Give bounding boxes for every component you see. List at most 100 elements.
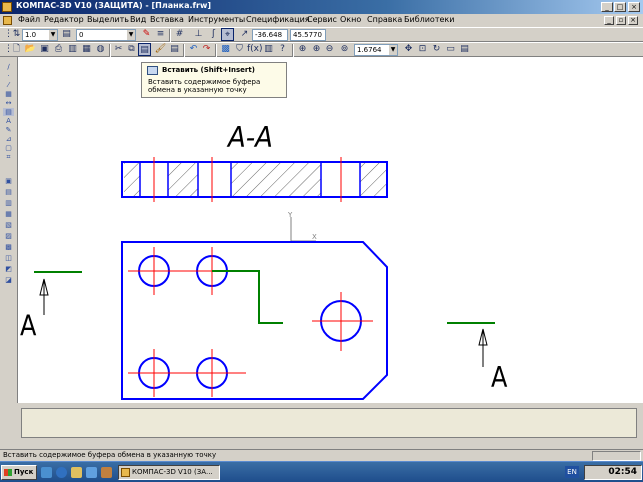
bubble-icon[interactable]: ◍ (94, 43, 107, 56)
chevron-down-icon[interactable]: ▼ (127, 30, 135, 40)
copy-icon[interactable]: ⧉ (125, 43, 138, 56)
tooltip-description: Вставить содержимое буфера обмена в указ… (148, 78, 261, 94)
local-cs-icon[interactable]: ⌖ (221, 28, 234, 41)
point-icon[interactable]: · (3, 72, 14, 80)
coord-x-value: -36.648 (255, 31, 283, 39)
doc-close-button[interactable]: × (628, 16, 638, 25)
refresh-icon[interactable]: ↻ (430, 43, 443, 56)
pan-icon[interactable]: ✥ (402, 43, 415, 56)
shield-icon[interactable]: ⛉ (233, 43, 246, 56)
quicklaunch-icon[interactable] (101, 467, 112, 478)
tool-icon-7[interactable]: ▩ (3, 243, 14, 251)
dimensions-icon[interactable]: ↔ (3, 99, 14, 107)
preview-icon[interactable]: ▥ (66, 43, 79, 56)
measure-icon[interactable]: ⊿ (3, 135, 14, 143)
property-panel (21, 408, 637, 438)
ortho-icon[interactable]: ⊥ (192, 28, 205, 41)
task-kompas[interactable]: КОМПАС-3D V10 (ЗА... (118, 465, 220, 480)
coord-y-field[interactable]: 45.5770 (290, 29, 326, 41)
document-icon[interactable] (3, 16, 12, 25)
cut-icon[interactable]: ✂ (112, 43, 125, 56)
tool-icon-1[interactable]: ▣ (3, 177, 14, 185)
tool-icon-4[interactable]: ▦ (3, 210, 14, 218)
paste-icon[interactable]: ▤ (138, 43, 151, 56)
doc-minimize-button[interactable]: _ (604, 16, 614, 25)
edit-icon[interactable]: ✎ (3, 126, 14, 134)
geometry-icon[interactable]: ∕ (3, 63, 14, 71)
tool-icon-3[interactable]: ▥ (3, 199, 14, 207)
menu-tools[interactable]: Инструменты (188, 15, 245, 24)
explorer-icon[interactable] (71, 467, 82, 478)
clock[interactable]: 02:54 (608, 467, 637, 477)
layer-combo[interactable]: 0 ▼ (76, 29, 136, 41)
menu-select[interactable]: Выделить (87, 15, 129, 24)
drawing-canvas[interactable]: А-А Y X А А (18, 57, 643, 403)
menu-service[interactable]: Сервис (307, 15, 337, 24)
menu-help[interactable]: Справка (367, 15, 402, 24)
menu-view[interactable]: Вид (130, 15, 146, 24)
menu-window[interactable]: Окно (340, 15, 361, 24)
manager-icon[interactable]: ▥ (262, 43, 275, 56)
tool-icon-10[interactable]: ◪ (3, 276, 14, 284)
new-document-icon[interactable]: 🗋 (10, 43, 23, 56)
help-pointer-icon[interactable]: ? (276, 43, 289, 56)
tool-icon-2[interactable]: ▤ (3, 188, 14, 196)
variables-icon[interactable]: f(x) (247, 43, 263, 56)
pencil-icon[interactable]: ✎ (140, 28, 153, 41)
desktop-icon[interactable] (41, 467, 52, 478)
paste-icon (147, 66, 158, 75)
messenger-icon[interactable] (86, 467, 97, 478)
tool-icon-6[interactable]: ▨ (3, 232, 14, 240)
system-tray: 02:54 (584, 465, 642, 480)
show-all-icon[interactable]: ⊡ (416, 43, 429, 56)
tool-icon-9[interactable]: ◩ (3, 265, 14, 273)
paste-tool-icon[interactable]: ▤ (3, 108, 14, 116)
table-icon[interactable]: ▦ (3, 90, 14, 98)
menu-libraries[interactable]: Библиотеки (404, 15, 454, 24)
format-brush-icon[interactable]: 🖌 (154, 43, 167, 56)
layers-dialog-icon[interactable]: ▤ (458, 43, 471, 56)
menu-insert[interactable]: Вставка (150, 15, 184, 24)
language-indicator[interactable]: EN (565, 466, 579, 478)
print-icon[interactable]: ⎙ (52, 43, 65, 56)
coord-x-field[interactable]: -36.648 (252, 29, 288, 41)
save-icon[interactable]: ▣ (38, 43, 51, 56)
zoom-dynamic-icon[interactable]: ⊚ (338, 43, 351, 56)
redo-icon[interactable]: ↷ (200, 43, 213, 56)
start-label: Пуск (14, 468, 34, 476)
tool-icon-8[interactable]: ◫ (3, 254, 14, 262)
properties-icon[interactable]: ▤ (168, 43, 181, 56)
grid-icon[interactable]: # (173, 28, 186, 41)
layer-icon[interactable]: ▤ (60, 28, 73, 41)
snap-icon[interactable]: ʃ (207, 28, 220, 41)
zoom-window-icon[interactable]: ⊕ (296, 43, 309, 56)
menu-file[interactable]: Файл (18, 15, 40, 24)
redraw-icon[interactable]: ▭ (444, 43, 457, 56)
tool-icon-5[interactable]: ▧ (3, 221, 14, 229)
task-label: КОМПАС-3D V10 (ЗА... (132, 468, 213, 476)
minimize-button[interactable]: _ (601, 2, 613, 12)
zoom-in-icon[interactable]: ⊕ (310, 43, 323, 56)
chevron-down-icon[interactable]: ▼ (389, 45, 397, 55)
kompas-app-icon[interactable] (2, 2, 12, 12)
library-manager-icon[interactable]: ▩ (219, 43, 232, 56)
internet-explorer-icon[interactable] (56, 467, 67, 478)
paramet-icon[interactable]: ⌗ (3, 153, 14, 161)
open-folder-icon[interactable]: 📂 (24, 43, 37, 56)
line-style-icon[interactable]: ≡ (154, 28, 167, 41)
undo-icon[interactable]: ↶ (187, 43, 200, 56)
doc-restore-button[interactable]: ▫ (616, 16, 626, 25)
close-button[interactable]: × (628, 2, 640, 12)
start-button[interactable]: Пуск (1, 465, 37, 480)
zoom-combo[interactable]: 1.6764 ▼ (354, 44, 398, 56)
menu-edit[interactable]: Редактор (44, 15, 84, 24)
zoom-out-icon[interactable]: ⊖ (323, 43, 336, 56)
designation-icon[interactable]: A (3, 117, 14, 125)
menu-specification[interactable]: Спецификация (246, 15, 310, 24)
scale-combo[interactable]: 1.0 ▼ (22, 29, 58, 41)
print-preview-icon[interactable]: ▦ (80, 43, 93, 56)
chevron-down-icon[interactable]: ▼ (49, 30, 57, 40)
select-icon[interactable]: ▢ (3, 144, 14, 152)
maximize-button[interactable]: □ (614, 2, 626, 12)
segment-icon[interactable]: ⁄ (3, 81, 14, 89)
